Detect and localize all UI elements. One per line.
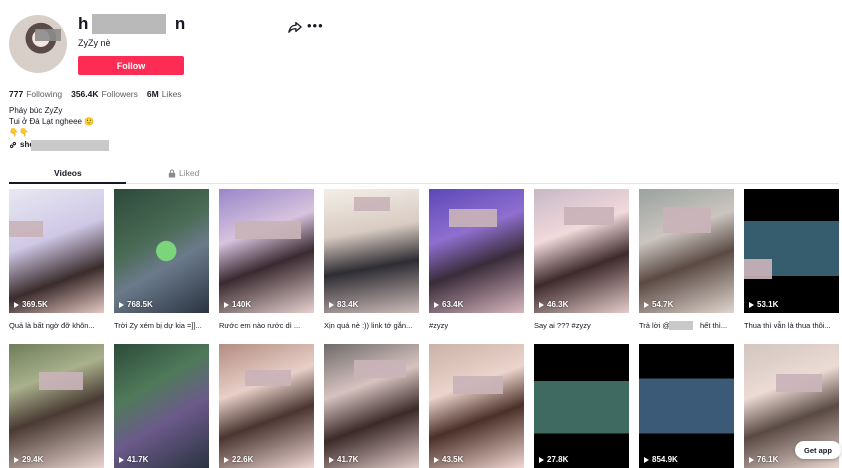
video-caption[interactable]: Say ai ??? #zyzy <box>534 321 629 330</box>
play-icon <box>329 301 334 308</box>
play-icon <box>119 301 124 308</box>
video-card[interactable]: 46.3K <box>534 189 629 313</box>
video-card[interactable]: 43.5K <box>429 344 524 468</box>
nickname: ZyZy nè <box>78 38 111 48</box>
video-card[interactable]: 140K <box>219 189 314 313</box>
video-caption[interactable]: Thua thì vẫn là thua thôi... <box>744 321 839 330</box>
video-card[interactable]: 369.5K <box>9 189 104 313</box>
caption-redaction <box>669 321 693 330</box>
video-card[interactable]: 22.6K <box>219 344 314 468</box>
bio-line: Tui ở Đà Lạt ngheee 🙂 <box>9 117 95 126</box>
more-icon[interactable]: ••• <box>307 18 324 33</box>
video-caption[interactable]: Quả là bất ngờ đỡ khôn... <box>9 321 104 330</box>
bio: Pháy búc ZyZy Tui ở Đà Lạt ngheee 🙂 👇👇 <box>9 105 94 138</box>
tab-divider <box>9 183 839 184</box>
video-card[interactable]: 53.1K <box>744 189 839 313</box>
stat-followers[interactable]: 356.4K Followers <box>71 89 138 99</box>
play-icon <box>539 456 544 463</box>
play-icon <box>434 456 439 463</box>
video-caption[interactable]: Trời Zy xém bị dự kia =]]... <box>114 321 209 330</box>
bio-line: 👇👇 <box>9 128 29 137</box>
play-icon <box>224 456 229 463</box>
link-redaction <box>31 140 109 151</box>
play-icon <box>224 301 229 308</box>
video-card[interactable]: 768.5K <box>114 189 209 313</box>
tab-active-indicator <box>9 182 126 184</box>
lock-icon <box>168 168 176 177</box>
play-icon <box>14 301 19 308</box>
stat-likes: 6M Likes <box>146 89 182 99</box>
play-icon <box>14 456 19 463</box>
video-card[interactable]: 854.9K <box>639 344 734 468</box>
tab-liked[interactable]: Liked <box>168 168 199 178</box>
stat-following[interactable]: 777 Following <box>9 89 62 99</box>
play-icon <box>329 456 334 463</box>
bio-line: Pháy búc ZyZy <box>9 106 63 115</box>
video-caption[interactable]: Rước em nào rước dì ... <box>219 321 314 330</box>
video-card[interactable]: 54.7K <box>639 189 734 313</box>
video-caption[interactable]: Xịn quá nè :)) link tớ gắn... <box>324 321 419 330</box>
link-icon <box>9 141 17 148</box>
video-caption[interactable]: #zyzy <box>429 321 524 330</box>
play-icon <box>644 456 649 463</box>
follow-button[interactable]: Follow <box>78 56 184 75</box>
avatar[interactable] <box>9 15 67 73</box>
video-card[interactable]: 29.4K <box>9 344 104 468</box>
share-icon[interactable] <box>288 20 302 34</box>
play-icon <box>749 456 754 463</box>
play-icon <box>644 301 649 308</box>
play-icon <box>119 456 124 463</box>
video-card[interactable]: 41.7K <box>114 344 209 468</box>
video-card[interactable]: 63.4K <box>429 189 524 313</box>
get-app-button[interactable]: Get app <box>795 441 841 459</box>
play-icon <box>539 301 544 308</box>
video-card[interactable]: 83.4K <box>324 189 419 313</box>
video-card[interactable]: 27.8K <box>534 344 629 468</box>
video-card[interactable]: 41.7K <box>324 344 419 468</box>
tab-videos[interactable]: Videos <box>54 168 82 178</box>
play-icon <box>749 301 754 308</box>
profile-stats: 777 Following 356.4K Followers 6M Likes <box>9 89 182 99</box>
username-redaction <box>92 14 166 34</box>
play-icon <box>434 301 439 308</box>
